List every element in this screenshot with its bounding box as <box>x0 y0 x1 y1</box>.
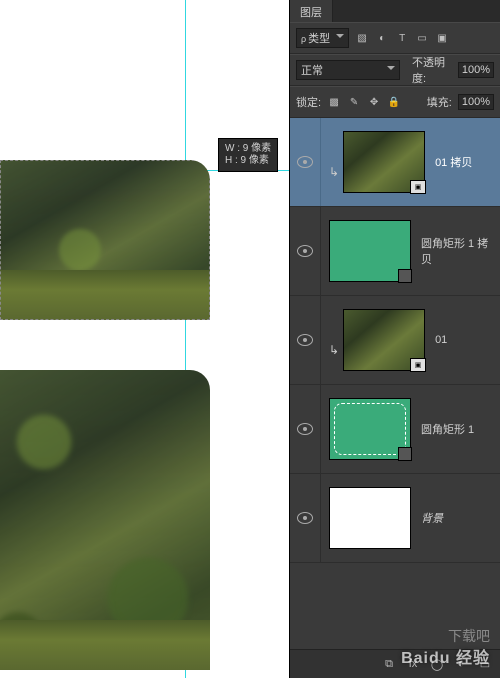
layer-name[interactable]: 圆角矩形 1 拷贝 <box>411 235 494 267</box>
layers-list: ↳ ▣ 01 拷贝圆角矩形 1 拷贝 ↳ ▣ 01 圆角矩形 1 背景 <box>290 118 500 649</box>
layer-name[interactable]: 01 拷贝 <box>425 154 494 170</box>
layer-thumbnail[interactable] <box>329 398 411 460</box>
visibility-toggle[interactable] <box>290 296 321 384</box>
fill-value[interactable]: 100% <box>458 94 494 110</box>
layer-thumbnail[interactable]: ▣ <box>343 131 425 193</box>
adjustment-icon[interactable]: ◐ <box>454 657 468 671</box>
lock-row: 锁定: ▩ ✎ ✥ 🔒 填充: 100% <box>290 86 500 118</box>
layer-thumbnail[interactable] <box>329 220 411 282</box>
shape-badge-icon <box>398 269 412 283</box>
visibility-toggle[interactable] <box>290 118 321 206</box>
layers-panel: 图层 ρ类型 ▧ ◐ T ▭ ▣ 正常 不透明度: 100% 锁定: ▩ ✎ ✥… <box>289 0 500 678</box>
panel-footer: ⧉ fx ◯ ◐ ▭ <box>290 649 500 678</box>
panel-tabs: 图层 <box>290 0 500 22</box>
visibility-toggle[interactable] <box>290 207 321 295</box>
opacity-label: 不透明度: <box>412 54 452 86</box>
eye-icon <box>297 423 313 435</box>
visibility-toggle[interactable] <box>290 474 321 562</box>
eye-icon <box>297 245 313 257</box>
lock-pixels-icon[interactable]: ✎ <box>347 95 361 109</box>
layer-name[interactable]: 01 <box>425 334 494 346</box>
layer-row[interactable]: 背景 <box>290 474 500 563</box>
tab-layers[interactable]: 图层 <box>290 0 333 22</box>
layer-name[interactable]: 圆角矩形 1 <box>411 421 494 437</box>
opacity-value[interactable]: 100% <box>458 62 494 78</box>
canvas-image-top[interactable] <box>0 160 210 320</box>
layer-thumbnail[interactable]: ▣ <box>343 309 425 371</box>
transform-tooltip: W : 9 像素 H : 9 像素 <box>218 138 278 172</box>
eye-icon <box>297 334 313 346</box>
filter-smart-icon[interactable]: ▣ <box>435 31 449 45</box>
lock-all-icon[interactable]: 🔒 <box>387 95 401 109</box>
layer-row[interactable]: ↳ ▣ 01 拷贝 <box>290 118 500 207</box>
canvas[interactable]: W : 9 像素 H : 9 像素 <box>0 0 290 678</box>
blend-row: 正常 不透明度: 100% <box>290 54 500 86</box>
shape-badge-icon <box>398 447 412 461</box>
filter-pixel-icon[interactable]: ▧ <box>355 31 369 45</box>
lock-label: 锁定: <box>296 94 321 110</box>
eye-icon <box>297 512 313 524</box>
clip-indicator-icon: ↳ <box>329 165 339 179</box>
lock-position-icon[interactable]: ✥ <box>367 95 381 109</box>
clip-indicator-icon: ↳ <box>329 343 339 357</box>
filter-type-dropdown[interactable]: ρ类型 <box>296 28 349 48</box>
layer-thumbnail[interactable] <box>329 487 411 549</box>
mask-icon[interactable]: ◯ <box>430 657 444 671</box>
filter-row: ρ类型 ▧ ◐ T ▭ ▣ <box>290 22 500 54</box>
fill-label: 填充: <box>427 94 452 110</box>
canvas-image-bottom[interactable] <box>0 370 210 670</box>
filter-type-icon[interactable]: T <box>395 31 409 45</box>
visibility-toggle[interactable] <box>290 385 321 473</box>
fx-icon[interactable]: fx <box>406 657 420 671</box>
filter-adjust-icon[interactable]: ◐ <box>375 31 389 45</box>
lock-transparent-icon[interactable]: ▩ <box>327 95 341 109</box>
filter-shape-icon[interactable]: ▭ <box>415 31 429 45</box>
eye-icon <box>297 156 313 168</box>
blend-mode-dropdown[interactable]: 正常 <box>296 60 400 80</box>
smart-object-badge-icon: ▣ <box>410 358 426 372</box>
layer-name[interactable]: 背景 <box>411 510 494 526</box>
group-icon[interactable]: ▭ <box>478 657 492 671</box>
link-icon[interactable]: ⧉ <box>382 657 396 671</box>
layer-row[interactable]: 圆角矩形 1 拷贝 <box>290 207 500 296</box>
smart-object-badge-icon: ▣ <box>410 180 426 194</box>
layer-row[interactable]: 圆角矩形 1 <box>290 385 500 474</box>
layer-row[interactable]: ↳ ▣ 01 <box>290 296 500 385</box>
